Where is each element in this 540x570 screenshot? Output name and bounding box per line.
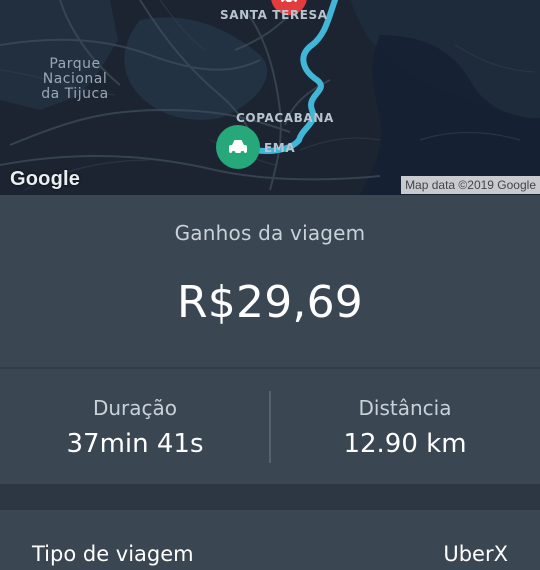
map-label-ipanema-partial: EMA: [264, 141, 296, 155]
map-attribution[interactable]: Map data ©2019 Google: [401, 176, 540, 194]
map-label-copacabana: COPACABANA: [236, 111, 334, 125]
google-logo: Google: [10, 168, 81, 190]
trip-earnings-section: Ganhos da viagem R$29,69: [0, 195, 540, 367]
duration-label: Duração: [92, 396, 178, 420]
distance-label: Distância: [358, 396, 452, 420]
duration-stat: Duração 37min 41s: [0, 369, 270, 484]
earnings-value: R$29,69: [177, 277, 363, 328]
map-label-park: Parque Nacional da Tijuca: [41, 56, 109, 102]
distance-stat: Distância 12.90 km: [270, 369, 540, 484]
trip-type-value: UberX: [443, 542, 508, 566]
earnings-label: Ganhos da viagem: [174, 221, 366, 245]
trip-type-row[interactable]: Tipo de viagem UberX: [0, 510, 540, 570]
map-label-santa-teresa: SANTA TERESA: [220, 8, 328, 22]
distance-value: 12.90 km: [343, 429, 467, 459]
duration-value: 37min 41s: [66, 429, 204, 459]
trip-map[interactable]: Parque Nacional da Tijuca SANTA TERESA C…: [0, 0, 540, 195]
section-gap: [0, 484, 540, 510]
trip-stats-section: Duração 37min 41s Distância 12.90 km: [0, 369, 540, 484]
dropoff-marker[interactable]: [216, 125, 260, 169]
trip-type-label: Tipo de viagem: [32, 542, 194, 566]
